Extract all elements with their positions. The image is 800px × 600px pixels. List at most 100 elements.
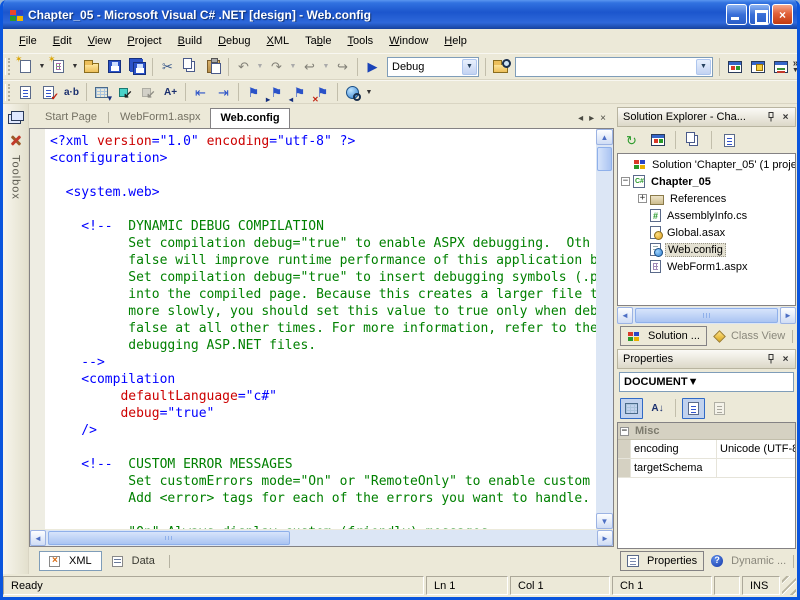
tab-data[interactable]: Data: [102, 551, 165, 571]
tree-horizontal-scrollbar[interactable]: ◄ ►: [617, 307, 796, 324]
toolbar-overflow-button[interactable]: »▼: [792, 56, 799, 78]
ab-icon[interactable]: a·b: [60, 82, 83, 103]
property-value[interactable]: [717, 459, 795, 477]
tab-solution-[interactable]: Solution ...: [620, 326, 707, 346]
categorized-icon[interactable]: [620, 398, 643, 419]
scroll-right-icon[interactable]: ►: [597, 530, 613, 546]
show-all-files-icon[interactable]: [682, 130, 705, 151]
navigate-back-icon[interactable]: ↩: [298, 56, 321, 77]
refresh-icon[interactable]: ↻: [620, 130, 643, 151]
chevron-down-icon[interactable]: ▼: [688, 376, 699, 388]
menu-build[interactable]: Build: [170, 31, 210, 51]
scroll-tabs-left-icon[interactable]: ◂: [578, 113, 583, 124]
scroll-tabs-right-icon[interactable]: ▸: [589, 113, 594, 124]
toggle-bookmark-icon[interactable]: ⚑: [242, 82, 265, 103]
menu-xml[interactable]: XML: [259, 31, 298, 51]
properties-window-icon[interactable]: [746, 56, 769, 77]
open-file-icon[interactable]: [80, 56, 103, 77]
menu-help[interactable]: Help: [436, 31, 475, 51]
tab-dynamic-[interactable]: Dynamic ...: [704, 551, 793, 571]
dropdown-arrow-icon[interactable]: ▼: [37, 57, 47, 77]
clear-bookmarks-icon[interactable]: ⚑✕: [311, 82, 334, 103]
menu-window[interactable]: Window: [381, 31, 436, 51]
category-row[interactable]: − Misc: [618, 423, 795, 440]
horizontal-scroll-thumb[interactable]: [48, 531, 290, 545]
resize-grip[interactable]: [782, 576, 796, 595]
tab-class-view[interactable]: Class View: [707, 326, 792, 346]
property-row-targetschema[interactable]: targetSchema: [618, 459, 795, 478]
add-new-item-icon[interactable]: [47, 56, 70, 77]
previous-bookmark-icon[interactable]: ⚑◂: [288, 82, 311, 103]
tree-item-global-asax[interactable]: Global.asax: [618, 224, 795, 241]
editor-vertical-scrollbar[interactable]: ▲ ▼: [596, 129, 613, 529]
save-icon[interactable]: [103, 56, 126, 77]
titlebar[interactable]: Chapter_05 - Microsoft Visual C# .NET [d…: [3, 0, 797, 29]
dropdown-arrow-icon[interactable]: ▼: [70, 57, 80, 77]
font-size-icon[interactable]: A+: [159, 82, 182, 103]
object-selector-combo[interactable]: DOCUMENT ▼: [619, 372, 794, 392]
new-project-icon[interactable]: [14, 56, 37, 77]
collapse-icon[interactable]: −: [621, 177, 630, 186]
view-in-browser-icon[interactable]: [341, 82, 364, 103]
dropdown-arrow-icon[interactable]: ▼: [255, 57, 265, 77]
tree-item-references[interactable]: +References: [618, 190, 795, 207]
property-pages-icon[interactable]: [708, 398, 731, 419]
tab-web-config[interactable]: Web.config: [210, 108, 289, 128]
scroll-left-icon[interactable]: ◄: [30, 530, 46, 546]
dropdown-arrow-icon[interactable]: ▼: [364, 82, 374, 102]
close-panel-icon[interactable]: ×: [778, 352, 793, 366]
next-bookmark-icon[interactable]: ⚑▸: [265, 82, 288, 103]
chevron-down-icon[interactable]: ▼: [696, 59, 711, 75]
minimize-button[interactable]: [726, 4, 747, 25]
toolbox-icon[interactable]: [9, 133, 23, 147]
select-element-icon[interactable]: [113, 82, 136, 103]
tab-start-page[interactable]: Start Page: [35, 107, 107, 128]
copy-web-project-icon[interactable]: [646, 130, 669, 151]
navigate-forward-icon[interactable]: ↪: [331, 56, 354, 77]
scroll-down-icon[interactable]: ▼: [596, 513, 613, 529]
tree-item-assemblyinfo-cs[interactable]: AssemblyInfo.cs: [618, 207, 795, 224]
chevron-down-icon[interactable]: ▼: [462, 59, 477, 75]
menu-table[interactable]: Table: [297, 31, 339, 51]
copy-icon[interactable]: [179, 56, 202, 77]
close-panel-icon[interactable]: ×: [778, 110, 793, 124]
properties-grid-icon[interactable]: [682, 398, 705, 419]
expand-icon[interactable]: +: [638, 194, 647, 203]
property-value[interactable]: Unicode (UTF-8): [717, 440, 795, 458]
menu-debug[interactable]: Debug: [210, 31, 258, 51]
tree-item-chapter-05[interactable]: −Chapter_05: [618, 173, 795, 190]
menu-edit[interactable]: Edit: [45, 31, 80, 51]
scroll-up-icon[interactable]: ▲: [596, 129, 613, 145]
pin-icon[interactable]: [763, 352, 778, 366]
toolbar-grip[interactable]: [5, 58, 10, 75]
select-element-disabled-icon[interactable]: [136, 82, 159, 103]
editor-horizontal-scrollbar[interactable]: ◄ ►: [30, 529, 613, 546]
maximize-button[interactable]: [749, 4, 770, 25]
selection-margin[interactable]: [30, 129, 45, 529]
dropdown-arrow-icon[interactable]: ▼: [288, 57, 298, 77]
server-explorer-icon[interactable]: [11, 111, 24, 121]
property-row-encoding[interactable]: encodingUnicode (UTF-8): [618, 440, 795, 459]
menu-view[interactable]: View: [80, 31, 120, 51]
tree-item-webform1-aspx[interactable]: WebForm1.aspx: [618, 258, 795, 275]
decrease-indent-icon[interactable]: ⇤: [189, 82, 212, 103]
code-editor[interactable]: <?xml version="1.0" encoding="utf-8" ?><…: [45, 129, 596, 529]
tree-item-web-config[interactable]: Web.config: [618, 241, 795, 258]
find-in-files-icon[interactable]: [489, 56, 512, 77]
tab-xml[interactable]: XML: [39, 551, 102, 571]
increase-indent-icon[interactable]: ⇥: [212, 82, 235, 103]
solution-configurations-combo[interactable]: Debug▼: [387, 57, 479, 77]
start-debug-icon[interactable]: ▶: [361, 56, 384, 77]
find-combo[interactable]: ▼: [515, 57, 713, 77]
tab-properties[interactable]: Properties: [620, 551, 704, 571]
cut-icon[interactable]: ✂: [156, 56, 179, 77]
save-all-icon[interactable]: [126, 56, 149, 77]
undo-icon[interactable]: ↶: [232, 56, 255, 77]
solution-explorer-icon[interactable]: [723, 56, 746, 77]
tree-item-solution-chapter-05-1-proje[interactable]: Solution 'Chapter_05' (1 proje: [618, 156, 795, 173]
tree-scroll-left-icon[interactable]: ◄: [617, 307, 633, 324]
validate-xml-icon[interactable]: [37, 82, 60, 103]
redo-icon[interactable]: ↷: [265, 56, 288, 77]
close-document-icon[interactable]: ×: [600, 113, 606, 124]
toolbox-window-icon[interactable]: [769, 56, 792, 77]
